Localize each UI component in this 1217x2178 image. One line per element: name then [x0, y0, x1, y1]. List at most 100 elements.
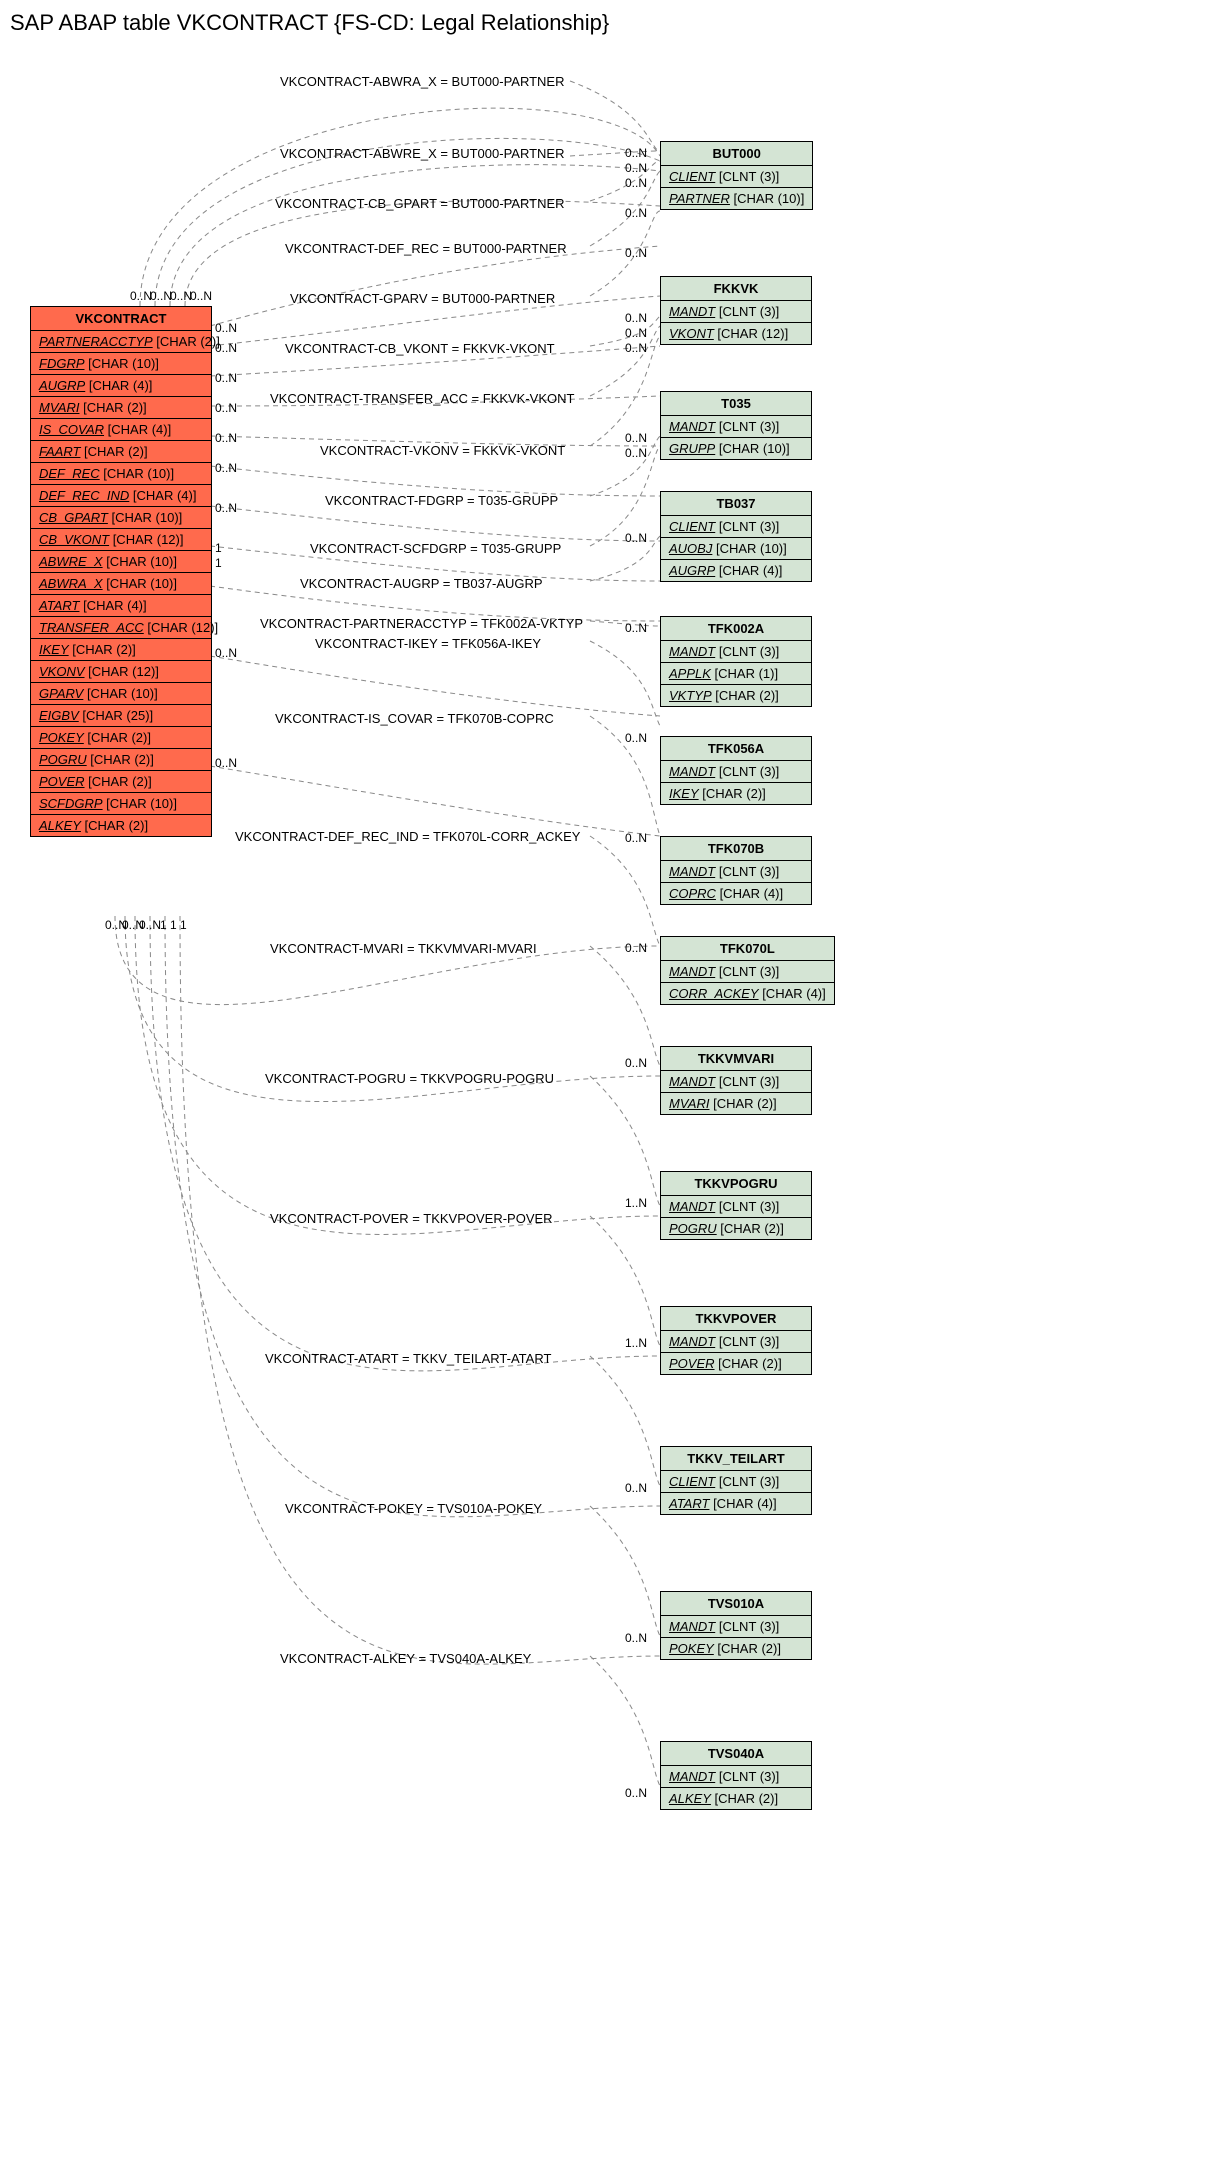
cardinality: 0..N	[625, 246, 647, 260]
cardinality: 0..N	[625, 446, 647, 460]
cardinality: 0..N	[215, 431, 237, 445]
entity-field: MANDT [CLNT (3)]	[661, 1616, 811, 1638]
relation-label: VKCONTRACT-IKEY = TFK056A-IKEY	[315, 636, 541, 651]
entity-field: VKONT [CHAR (12)]	[661, 323, 811, 344]
relation-label: VKCONTRACT-PARTNERACCTYP = TFK002A-VKTYP	[260, 616, 583, 631]
entity-field: POVER [CHAR (2)]	[661, 1353, 811, 1374]
entity-field: MANDT [CLNT (3)]	[661, 641, 811, 663]
entity-field: MANDT [CLNT (3)]	[661, 301, 811, 323]
entity-tkkv_teilart: TKKV_TEILARTCLIENT [CLNT (3)]ATART [CHAR…	[660, 1446, 812, 1515]
entity-header: TKKVPOGRU	[661, 1172, 811, 1196]
cardinality: 0..N	[625, 341, 647, 355]
entity-field: PARTNER [CHAR (10)]	[661, 188, 812, 209]
relation-label: VKCONTRACT-ABWRA_X = BUT000-PARTNER	[280, 74, 565, 89]
cardinality: 0..N	[139, 918, 161, 932]
entity-tb037: TB037CLIENT [CLNT (3)]AUOBJ [CHAR (10)]A…	[660, 491, 812, 582]
cardinality: 0..N	[170, 289, 192, 303]
entity-field: CLIENT [CLNT (3)]	[661, 1471, 811, 1493]
cardinality: 1	[160, 918, 167, 932]
entity-header: TB037	[661, 492, 811, 516]
relation-label: VKCONTRACT-GPARV = BUT000-PARTNER	[290, 291, 555, 306]
entity-field: TRANSFER_ACC [CHAR (12)]	[31, 617, 211, 639]
cardinality: 0..N	[215, 371, 237, 385]
entity-tkkvpogru: TKKVPOGRUMANDT [CLNT (3)]POGRU [CHAR (2)…	[660, 1171, 812, 1240]
entity-field: GPARV [CHAR (10)]	[31, 683, 211, 705]
entity-field: CLIENT [CLNT (3)]	[661, 166, 812, 188]
relation-label: VKCONTRACT-ALKEY = TVS040A-ALKEY	[280, 1651, 531, 1666]
cardinality: 0..N	[625, 431, 647, 445]
entity-field: MANDT [CLNT (3)]	[661, 1071, 811, 1093]
entity-field: COPRC [CHAR (4)]	[661, 883, 811, 904]
entity-field: CLIENT [CLNT (3)]	[661, 516, 811, 538]
entity-field: IKEY [CHAR (2)]	[31, 639, 211, 661]
cardinality: 1	[215, 556, 222, 570]
entity-vkcontract: VKCONTRACT PARTNERACCTYP [CHAR (2)]FDGRP…	[30, 306, 212, 837]
cardinality: 0..N	[215, 756, 237, 770]
relation-label: VKCONTRACT-POVER = TKKVPOVER-POVER	[270, 1211, 553, 1226]
entity-header: TVS010A	[661, 1592, 811, 1616]
entity-header: TFK056A	[661, 737, 811, 761]
entity-field: FDGRP [CHAR (10)]	[31, 353, 211, 375]
entity-tvs040a: TVS040AMANDT [CLNT (3)]ALKEY [CHAR (2)]	[660, 1741, 812, 1810]
cardinality: 0..N	[625, 941, 647, 955]
entity-field: PARTNERACCTYP [CHAR (2)]	[31, 331, 211, 353]
relation-label: VKCONTRACT-POKEY = TVS010A-POKEY	[285, 1501, 542, 1516]
cardinality: 0..N	[215, 501, 237, 515]
cardinality: 1	[215, 541, 222, 555]
entity-field: AUGRP [CHAR (4)]	[661, 560, 811, 581]
entity-header: TFK070L	[661, 937, 834, 961]
cardinality: 0..N	[625, 831, 647, 845]
entity-field: ALKEY [CHAR (2)]	[31, 815, 211, 836]
entity-header: TKKV_TEILART	[661, 1447, 811, 1471]
entity-field: CORR_ACKEY [CHAR (4)]	[661, 983, 834, 1004]
entity-header: TFK070B	[661, 837, 811, 861]
cardinality: 0..N	[215, 341, 237, 355]
entity-field: MANDT [CLNT (3)]	[661, 1766, 811, 1788]
cardinality: 0..N	[625, 1786, 647, 1800]
entity-field: IKEY [CHAR (2)]	[661, 783, 811, 804]
entity-field: MVARI [CHAR (2)]	[31, 397, 211, 419]
relation-label: VKCONTRACT-DEF_REC = BUT000-PARTNER	[285, 241, 567, 256]
cardinality: 0..N	[190, 289, 212, 303]
entity-tfk002a: TFK002AMANDT [CLNT (3)]APPLK [CHAR (1)]V…	[660, 616, 812, 707]
entity-header: TKKVMVARI	[661, 1047, 811, 1071]
relation-label: VKCONTRACT-POGRU = TKKVPOGRU-POGRU	[265, 1071, 554, 1086]
relation-label: VKCONTRACT-AUGRP = TB037-AUGRP	[300, 576, 543, 591]
entity-field: POGRU [CHAR (2)]	[31, 749, 211, 771]
entity-but000: BUT000CLIENT [CLNT (3)]PARTNER [CHAR (10…	[660, 141, 813, 210]
entity-tkkvmvari: TKKVMVARIMANDT [CLNT (3)]MVARI [CHAR (2)…	[660, 1046, 812, 1115]
entity-field: EIGBV [CHAR (25)]	[31, 705, 211, 727]
entity-field: VKTYP [CHAR (2)]	[661, 685, 811, 706]
cardinality: 0..N	[625, 206, 647, 220]
page-title: SAP ABAP table VKCONTRACT {FS-CD: Legal …	[10, 10, 1217, 36]
entity-field: MANDT [CLNT (3)]	[661, 861, 811, 883]
entity-field: DEF_REC_IND [CHAR (4)]	[31, 485, 211, 507]
entity-header: TFK002A	[661, 617, 811, 641]
entity-field: MANDT [CLNT (3)]	[661, 1331, 811, 1353]
entity-field: MANDT [CLNT (3)]	[661, 1196, 811, 1218]
entity-fkkvk: FKKVKMANDT [CLNT (3)]VKONT [CHAR (12)]	[660, 276, 812, 345]
cardinality: 0..N	[625, 731, 647, 745]
entity-field: VKONV [CHAR (12)]	[31, 661, 211, 683]
entity-field: GRUPP [CHAR (10)]	[661, 438, 811, 459]
relation-label: VKCONTRACT-MVARI = TKKVMVARI-MVARI	[270, 941, 537, 956]
cardinality: 1..N	[625, 1336, 647, 1350]
cardinality: 0..N	[625, 1631, 647, 1645]
relation-label: VKCONTRACT-VKONV = FKKVK-VKONT	[320, 443, 565, 458]
entity-field: MVARI [CHAR (2)]	[661, 1093, 811, 1114]
entity-tvs010a: TVS010AMANDT [CLNT (3)]POKEY [CHAR (2)]	[660, 1591, 812, 1660]
entity-header: TKKVPOVER	[661, 1307, 811, 1331]
entity-field: AUGRP [CHAR (4)]	[31, 375, 211, 397]
cardinality: 0..N	[215, 461, 237, 475]
relation-label: VKCONTRACT-CB_VKONT = FKKVK-VKONT	[285, 341, 555, 356]
entity-field: ABWRA_X [CHAR (10)]	[31, 573, 211, 595]
entity-field: ALKEY [CHAR (2)]	[661, 1788, 811, 1809]
cardinality: 0..N	[215, 321, 237, 335]
entity-header: T035	[661, 392, 811, 416]
entity-field: MANDT [CLNT (3)]	[661, 961, 834, 983]
entity-field: IS_COVAR [CHAR (4)]	[31, 419, 211, 441]
entity-field: DEF_REC [CHAR (10)]	[31, 463, 211, 485]
cardinality: 0..N	[215, 401, 237, 415]
entity-tfk056a: TFK056AMANDT [CLNT (3)]IKEY [CHAR (2)]	[660, 736, 812, 805]
cardinality: 0..N	[215, 646, 237, 660]
